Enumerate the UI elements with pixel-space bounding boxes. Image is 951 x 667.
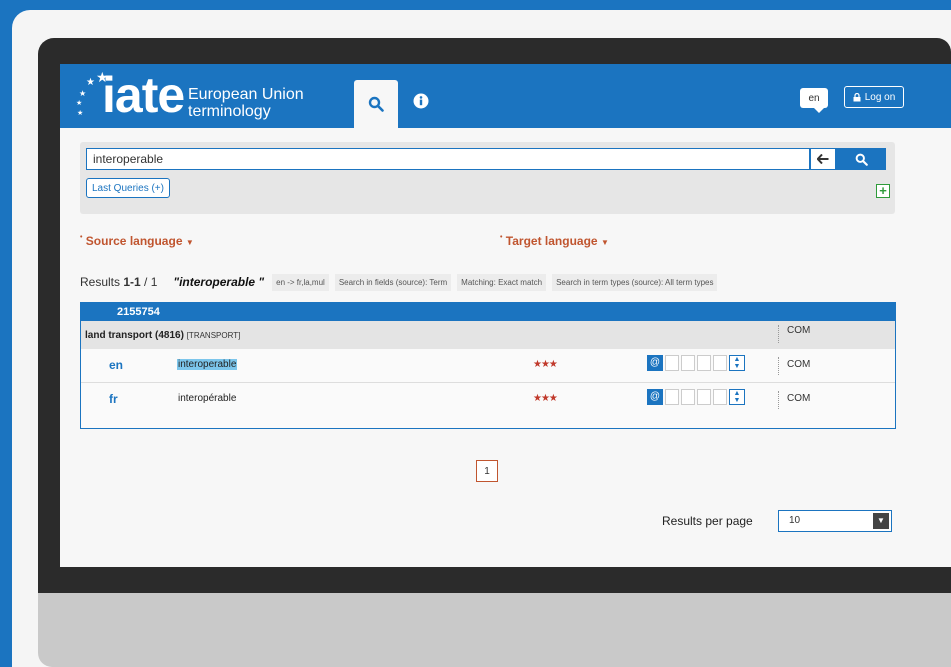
results-per-page-value: 10 xyxy=(789,515,801,526)
add-criteria-button[interactable]: + xyxy=(876,184,890,198)
empty-icon-slot xyxy=(681,355,695,371)
logon-label: Log on xyxy=(864,91,896,103)
empty-icon-slot xyxy=(665,389,679,405)
column-divider xyxy=(778,357,779,375)
source-language-dropdown[interactable]: • Source language ▼ xyxy=(80,234,194,248)
back-button[interactable] xyxy=(810,148,836,170)
reliability-stars: ★★★ xyxy=(533,393,558,404)
results-per-page-select[interactable]: 10 ▼ xyxy=(778,510,892,532)
logon-button[interactable]: Log on xyxy=(844,86,904,108)
results-count: Results 1-1 / 1 xyxy=(80,275,157,289)
term-com: COM xyxy=(787,393,811,404)
expand-stepper-icon[interactable]: ▲ ▼ xyxy=(729,389,745,405)
term-language: en xyxy=(109,358,124,372)
language-button[interactable]: en xyxy=(800,88,828,113)
result-entry: 2155754 land transport (4816) [TRANSPORT… xyxy=(80,302,896,429)
column-divider xyxy=(778,325,779,343)
empty-icon-slot xyxy=(697,389,711,405)
arrow-left-icon xyxy=(817,154,829,164)
term-language: fr xyxy=(109,392,118,406)
results-prefix: Results xyxy=(80,275,121,289)
search-icon xyxy=(855,153,868,166)
filter-chip-fields: Search in fields (source): Term xyxy=(334,273,452,291)
domain-com: COM xyxy=(787,325,811,336)
empty-icon-slot xyxy=(713,389,727,405)
tab-info[interactable] xyxy=(408,88,434,114)
domain-row: land transport (4816) [TRANSPORT] COM xyxy=(81,321,895,349)
subtitle-line-2: terminology xyxy=(188,103,271,120)
email-icon[interactable]: @ xyxy=(647,389,663,405)
app-logo[interactable]: iate xyxy=(102,66,185,124)
info-icon xyxy=(413,93,429,109)
empty-icon-slot xyxy=(697,355,711,371)
app-screen: ★ ★ ★ ★ ★ iate European Union terminolog… xyxy=(60,64,951,567)
results-summary: Results 1-1 / 1 "interoperable " en -> f… xyxy=(80,272,723,292)
query-echo: "interoperable " xyxy=(173,275,265,289)
search-input[interactable] xyxy=(86,148,810,170)
search-icon xyxy=(368,96,384,112)
results-per-page-label: Results per page xyxy=(662,514,753,528)
term-text[interactable]: interopérable xyxy=(177,393,237,404)
expand-stepper-icon[interactable]: ▲ ▼ xyxy=(729,355,745,371)
reliability-stars: ★★★ xyxy=(533,359,558,370)
term-icons: @ ▲ ▼ xyxy=(647,389,745,405)
filter-chip-matching: Matching: Exact match xyxy=(457,273,547,291)
filter-chip-languages: en -> fr,la,mul xyxy=(272,273,329,291)
search-panel: Last Queries (+) + xyxy=(80,142,895,214)
required-marker: • xyxy=(80,234,83,241)
caret-down-icon: ▼ xyxy=(600,238,609,247)
required-marker: • xyxy=(500,234,503,241)
domain-label: land transport (4816) [TRANSPORT] xyxy=(85,330,240,341)
last-queries-button[interactable]: Last Queries (+) xyxy=(86,178,170,198)
app-subtitle: European Union terminology xyxy=(188,86,304,120)
target-language-label: Target language xyxy=(505,234,598,248)
page-button-1[interactable]: 1 xyxy=(476,460,498,482)
filter-chip-term-types: Search in term types (source): All term … xyxy=(552,273,718,291)
source-language-label: Source language xyxy=(85,234,183,248)
domain-code: [TRANSPORT] xyxy=(186,331,241,340)
search-button[interactable] xyxy=(836,148,886,170)
tab-search[interactable] xyxy=(354,80,398,128)
results-total: / 1 xyxy=(144,275,158,289)
term-row-en: en interoperable ★★★ @ ▲ ▼ COM xyxy=(81,349,895,383)
empty-icon-slot xyxy=(713,355,727,371)
term-text[interactable]: interoperable xyxy=(177,359,238,370)
target-language-dropdown[interactable]: • Target language ▼ xyxy=(500,234,609,248)
laptop-base xyxy=(38,593,951,667)
email-icon[interactable]: @ xyxy=(647,355,663,371)
term-row-fr: fr interopérable ★★★ @ ▲ ▼ COM xyxy=(81,383,895,417)
term-icons: @ ▲ ▼ xyxy=(647,355,745,371)
column-divider xyxy=(778,391,779,409)
lock-icon xyxy=(853,92,861,101)
empty-icon-slot xyxy=(665,355,679,371)
subtitle-line-1: European Union xyxy=(188,86,304,103)
entry-id-link[interactable]: 2155754 xyxy=(81,303,895,321)
caret-down-icon: ▼ xyxy=(185,238,194,247)
caret-down-icon: ▼ xyxy=(873,513,889,529)
empty-icon-slot xyxy=(681,389,695,405)
domain-name: land transport (4816) xyxy=(85,330,184,341)
top-bar: ★ ★ ★ ★ ★ iate European Union terminolog… xyxy=(60,64,951,128)
results-range: 1-1 xyxy=(123,275,141,289)
term-com: COM xyxy=(787,359,811,370)
